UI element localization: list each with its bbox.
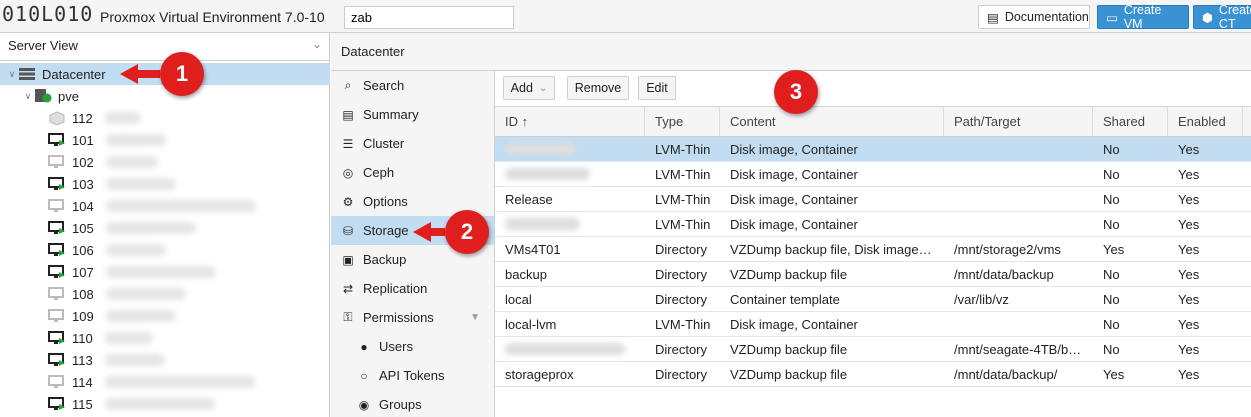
annotation-badge-1: 1 (160, 52, 204, 96)
arrow-1 (120, 64, 160, 84)
annotation-badge-2: 2 (445, 210, 489, 254)
annotation-badge-3: 3 (774, 70, 818, 114)
arrow-2 (413, 222, 445, 242)
